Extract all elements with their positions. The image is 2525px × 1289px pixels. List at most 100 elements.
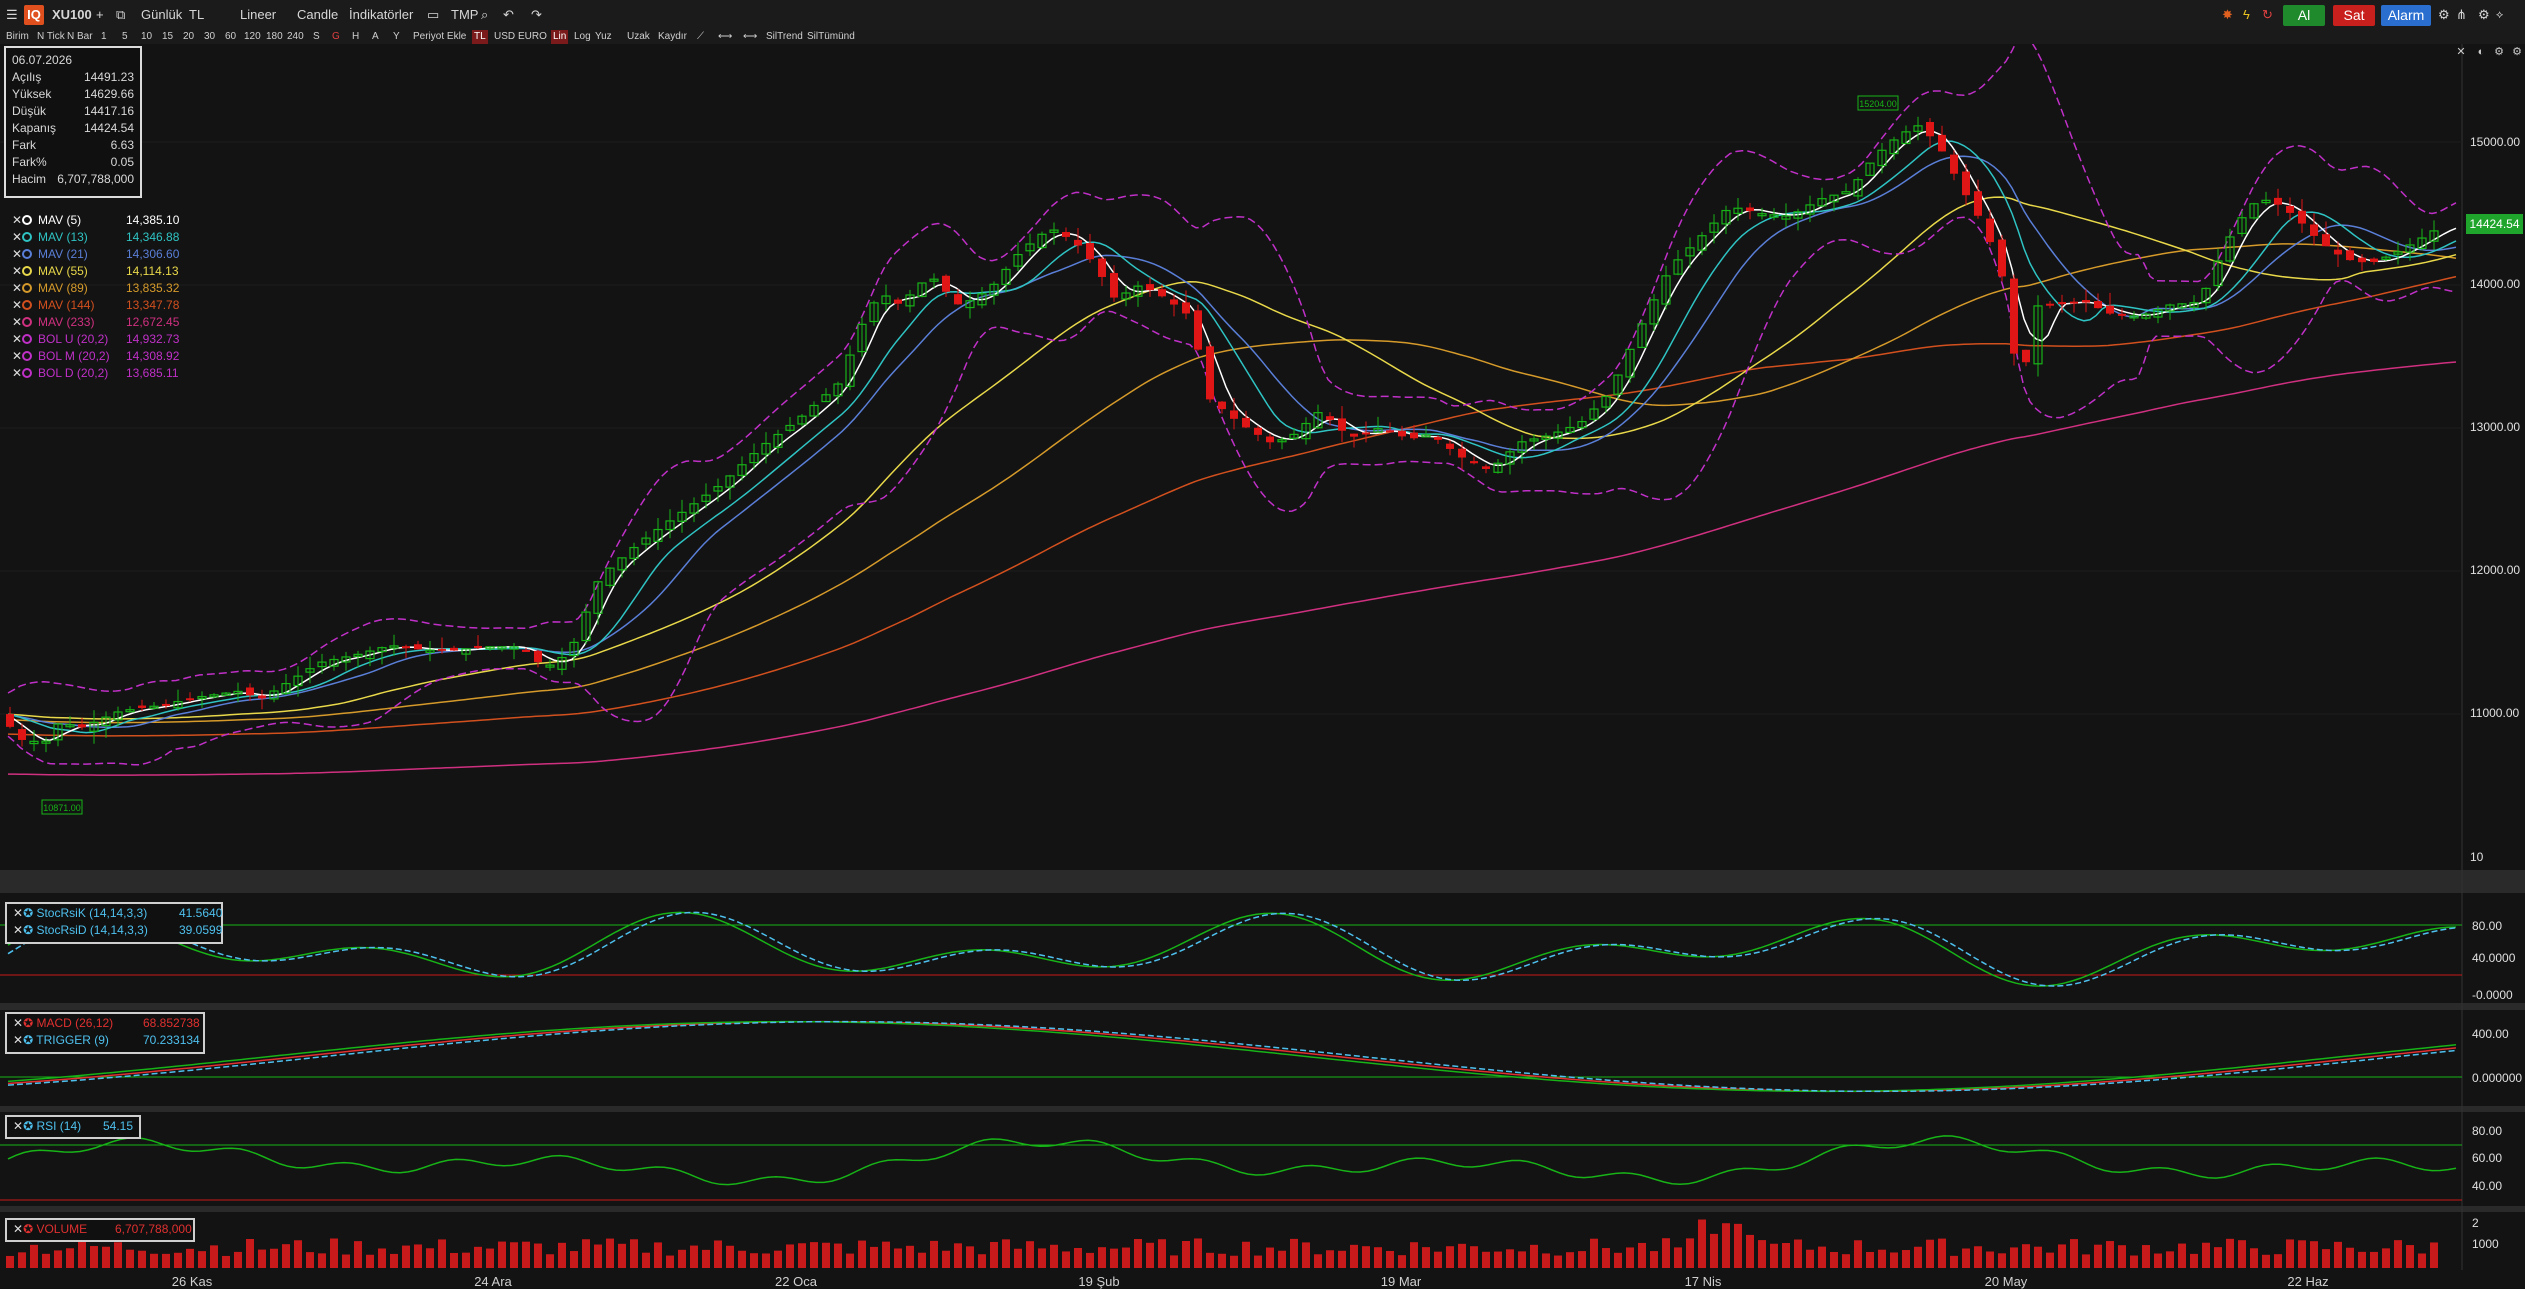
period-5[interactable]: 5 — [122, 30, 128, 44]
indicator-visibility-icon[interactable] — [22, 334, 32, 344]
chart-type-select[interactable]: Candle — [297, 0, 338, 30]
indicator-legend-item[interactable]: ✕ BOL U (20,2) 14,932.73 — [12, 331, 179, 348]
zoom-icon[interactable]: ⌕ — [481, 0, 488, 30]
period-15[interactable]: 15 — [162, 30, 173, 44]
scroll-button[interactable]: Kaydır — [658, 30, 687, 44]
remove-indicator-icon[interactable]: ✕ — [12, 212, 22, 229]
remove-indicator-icon[interactable]: ✕ — [12, 314, 22, 331]
minimize-icon[interactable]: ◐ — [2475, 46, 2487, 58]
volume-bar — [678, 1249, 686, 1268]
indicator-legend-item[interactable]: ✕ MAV (89) 13,835.32 — [12, 280, 179, 297]
indicators-menu[interactable]: İndikatörler — [349, 0, 413, 30]
remove-indicator-icon[interactable]: ✕ — [12, 297, 22, 314]
panel-gear-icon[interactable]: ⚙ — [2493, 46, 2505, 58]
period-30[interactable]: 30 — [204, 30, 215, 44]
unit-select[interactable]: Birim — [6, 30, 29, 44]
share-icon[interactable]: ⟡ — [2496, 0, 2503, 30]
indicator-legend-item[interactable]: ✕ MAV (21) 14,306.60 — [12, 246, 179, 263]
remove-indicator-icon[interactable]: ✕ — [12, 229, 22, 246]
currency-euro[interactable]: EURO — [518, 30, 547, 44]
menu-icon[interactable]: ☰ — [6, 0, 18, 30]
remove-indicator-icon[interactable]: ✕ — [12, 280, 22, 297]
indicator-visibility-icon[interactable] — [22, 317, 32, 327]
settings-small-icon[interactable]: ⚙ — [2478, 0, 2490, 30]
scale-log[interactable]: Log — [574, 30, 591, 44]
period-60[interactable]: 60 — [225, 30, 236, 44]
period-180[interactable]: 180 — [266, 30, 283, 44]
currency-tl[interactable]: TL — [472, 30, 488, 44]
n-bar-button[interactable]: N Bar — [67, 30, 93, 44]
gear-icon[interactable]: ⚙ — [2438, 0, 2450, 30]
scale-percent[interactable]: Yuz — [595, 30, 612, 44]
remove-indicator-icon[interactable]: ✕ — [12, 365, 22, 382]
flame-icon[interactable]: ✸ — [2222, 0, 2233, 30]
delete-trend-button[interactable]: SilTrend — [766, 30, 803, 44]
indicator-legend-item[interactable]: ✕ MAV (55) 14,114.13 — [12, 263, 179, 280]
refresh-icon[interactable]: ↻ — [2262, 0, 2273, 30]
hline2-icon[interactable]: ⟷ — [743, 30, 757, 44]
candle-body — [18, 729, 26, 740]
indicator-legend-item[interactable]: ✕ MAV (233) 12,672.45 — [12, 314, 179, 331]
period-h[interactable]: H — [352, 30, 359, 44]
indicator-visibility-icon[interactable] — [22, 283, 32, 293]
hline-icon[interactable]: ⟷ — [718, 30, 732, 44]
candle-body — [894, 299, 902, 304]
currency-usd[interactable]: USD — [494, 30, 515, 44]
trendline-icon[interactable]: ⟋ — [697, 30, 704, 44]
period-240[interactable]: 240 — [287, 30, 304, 44]
indicator-legend-item[interactable]: ✕ BOL M (20,2) 14,308.92 — [12, 348, 179, 365]
add-symbol-icon[interactable]: + — [96, 0, 104, 30]
volume-bar — [1026, 1241, 1034, 1268]
indicator-legend-item[interactable]: ✕ MAV (144) 13,347.78 — [12, 297, 179, 314]
close-chart-icon[interactable]: ✕ — [2455, 46, 2467, 58]
delete-all-button[interactable]: SilTümünd — [807, 30, 855, 44]
buy-button[interactable]: Al — [2283, 5, 2325, 26]
scale-lin[interactable]: Lin — [551, 30, 569, 44]
period-g[interactable]: G — [332, 30, 340, 44]
alarm-button[interactable]: Alarm — [2381, 5, 2431, 26]
period-s[interactable]: S — [313, 30, 320, 44]
symbol-field[interactable]: XU100 — [52, 0, 92, 30]
template-button[interactable]: TMP — [451, 0, 478, 30]
redo-icon[interactable]: ↷ — [531, 0, 542, 30]
period-20[interactable]: 20 — [183, 30, 194, 44]
indicator-legend-item[interactable]: ✕ BOL D (20,2) 13,685.11 — [12, 365, 179, 382]
add-period-button[interactable]: Periyot Ekle — [413, 30, 466, 44]
period-120[interactable]: 120 — [244, 30, 261, 44]
scale-select[interactable]: Lineer — [240, 0, 276, 30]
indicator-visibility-icon[interactable] — [22, 232, 32, 242]
remove-indicator-icon[interactable]: ✕ — [12, 331, 22, 348]
chart-area[interactable]: 15204.00 10871.00 — [0, 44, 2525, 1288]
indicator-visibility-icon[interactable] — [22, 215, 32, 225]
remove-indicator-icon[interactable]: ✕ — [12, 246, 22, 263]
indicator-visibility-icon[interactable] — [22, 368, 32, 378]
currency-select[interactable]: TL — [189, 0, 204, 30]
period-y[interactable]: Y — [393, 30, 400, 44]
volume-bar — [42, 1253, 50, 1268]
remove-indicator-icon[interactable]: ✕ — [12, 348, 22, 365]
indicator-legend-item[interactable]: ✕ MAV (13) 14,346.88 — [12, 229, 179, 246]
time-label: 26 Kas — [171, 1274, 213, 1289]
volume-bar — [726, 1245, 734, 1268]
network-icon[interactable]: ⋔ — [2456, 0, 2467, 30]
folder-icon[interactable]: ▭ — [427, 0, 439, 30]
sell-button[interactable]: Sat — [2333, 5, 2375, 26]
volume-bar — [2322, 1249, 2330, 1268]
lightning-icon[interactable]: ϟ — [2243, 0, 2250, 30]
period-a[interactable]: A — [372, 30, 379, 44]
n-tick-button[interactable]: N Tick — [37, 30, 65, 44]
indicator-visibility-icon[interactable] — [22, 249, 32, 259]
indicator-visibility-icon[interactable] — [22, 351, 32, 361]
zoom-out-button[interactable]: Uzak — [627, 30, 650, 44]
panel-settings-icon[interactable]: ⚙ — [2511, 46, 2523, 58]
indicator-visibility-icon[interactable] — [22, 266, 32, 276]
remove-indicator-icon[interactable]: ✕ — [12, 263, 22, 280]
volume-bar — [618, 1243, 626, 1268]
external-link-icon[interactable]: ⧉ — [116, 0, 125, 30]
period-10[interactable]: 10 — [141, 30, 152, 44]
indicator-legend-item[interactable]: ✕ MAV (5) 14,385.10 — [12, 212, 179, 229]
indicator-visibility-icon[interactable] — [22, 300, 32, 310]
period-1[interactable]: 1 — [101, 30, 107, 44]
period-select[interactable]: Günlük — [141, 0, 182, 30]
undo-icon[interactable]: ↶ — [503, 0, 514, 30]
